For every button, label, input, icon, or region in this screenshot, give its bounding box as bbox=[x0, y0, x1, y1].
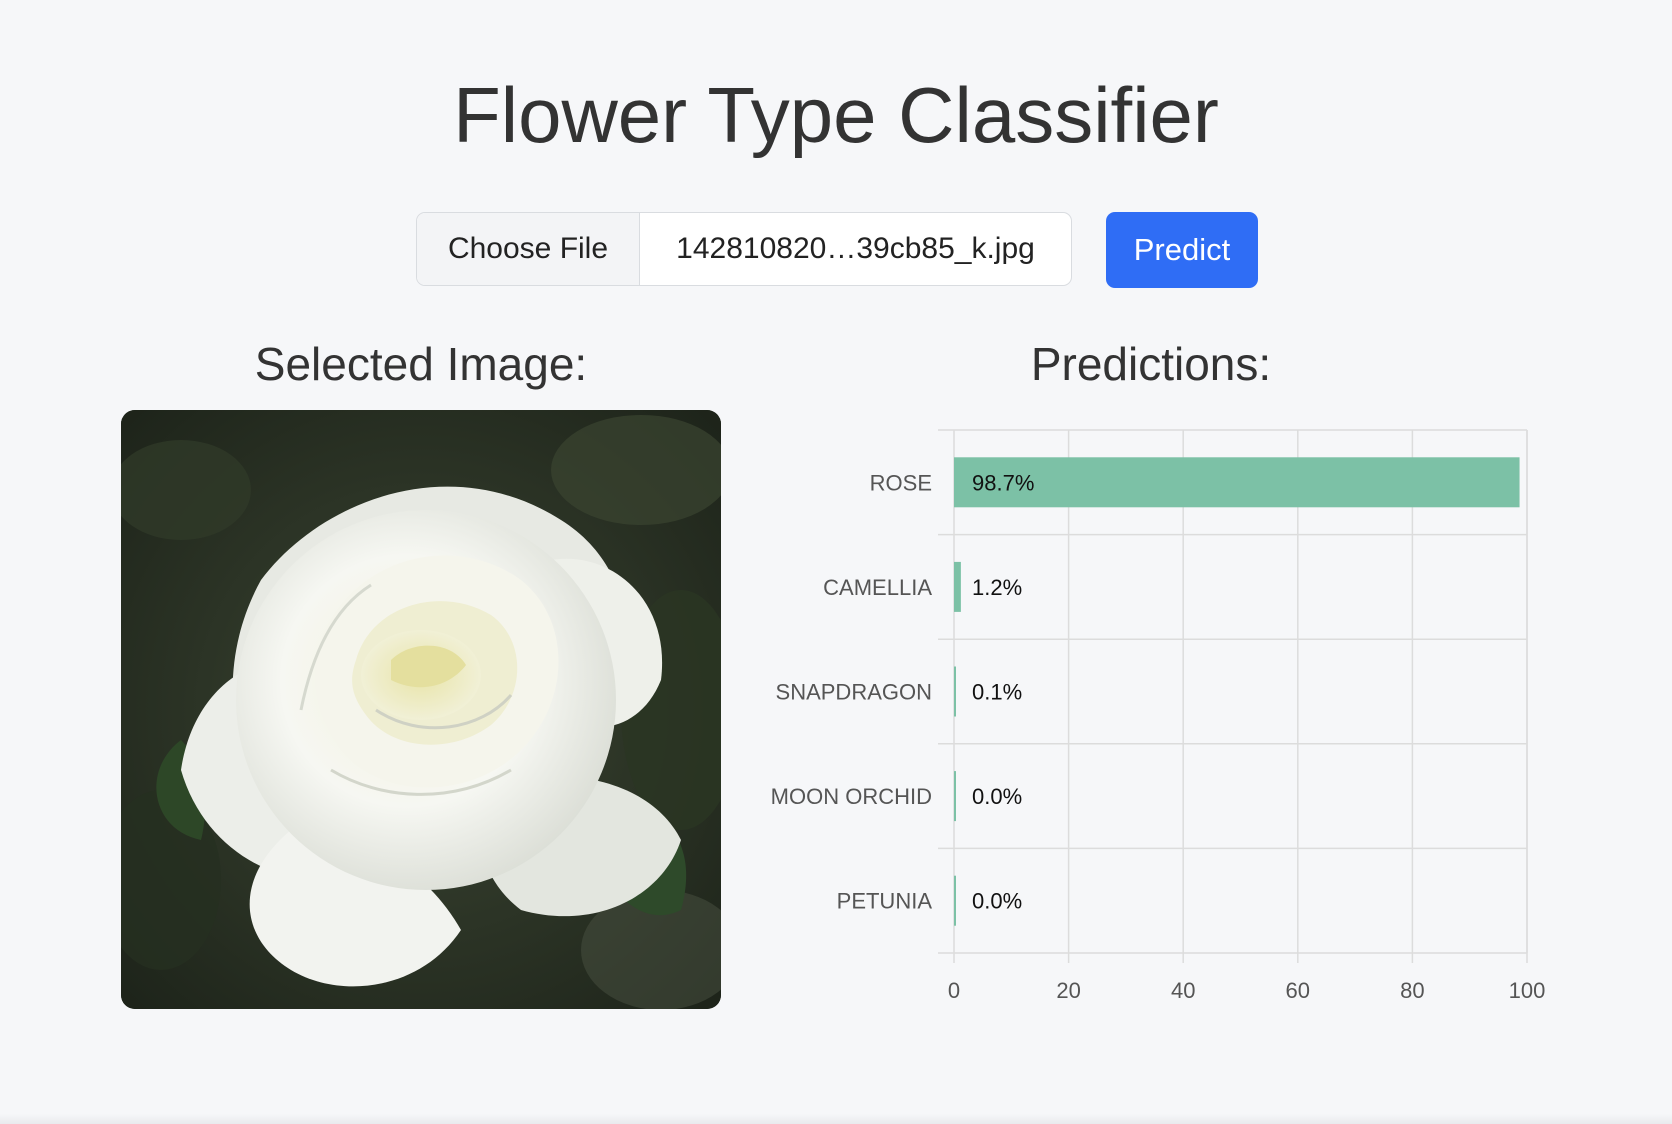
predict-button[interactable]: Predict bbox=[1106, 212, 1258, 288]
bar-camellia bbox=[954, 561, 961, 612]
file-input[interactable]: Choose File 142810820…39cb85_k.jpg bbox=[416, 212, 1072, 286]
selected-image-heading: Selected Image: bbox=[254, 338, 588, 390]
x-tick-label: 100 bbox=[1509, 978, 1546, 1003]
rose-photo bbox=[121, 410, 721, 1009]
choose-file-button[interactable]: Choose File bbox=[417, 213, 640, 285]
predictions-heading: Predictions: bbox=[1030, 338, 1272, 390]
x-tick-label: 40 bbox=[1171, 978, 1195, 1003]
selected-file-name: 142810820…39cb85_k.jpg bbox=[676, 232, 1035, 265]
value-label: 0.0% bbox=[972, 784, 1022, 809]
page-bottom-edge bbox=[0, 1114, 1672, 1124]
value-label: 0.1% bbox=[972, 680, 1022, 705]
x-tick-label: 80 bbox=[1400, 978, 1424, 1003]
value-label: 1.2% bbox=[972, 575, 1022, 600]
category-label: CAMELLIA bbox=[823, 575, 932, 600]
predictions-bar-chart: ROSE 98.7% CAMELLIA 1.2% SNAPDRAGON 0.1% MOON … bbox=[771, 429, 1546, 1003]
predictions-chart: ROSE 98.7% CAMELLIA 1.2% SNAPDRAGON 0.1% MOON … bbox=[740, 410, 1570, 1010]
bar-petunia bbox=[954, 875, 956, 926]
app-title: Flower Type Classifier bbox=[453, 71, 1219, 159]
category-label: ROSE bbox=[870, 470, 932, 495]
x-tick-label: 0 bbox=[948, 978, 960, 1003]
bar-rose bbox=[954, 457, 1520, 508]
category-label: PETUNIA bbox=[837, 889, 933, 914]
x-tick-label: 20 bbox=[1056, 978, 1080, 1003]
category-label: MOON ORCHID bbox=[771, 784, 932, 809]
value-label: 0.0% bbox=[972, 889, 1022, 914]
selected-image bbox=[121, 410, 721, 1009]
x-tick-label: 60 bbox=[1286, 978, 1310, 1003]
bar-moon-orchid bbox=[954, 771, 956, 822]
value-label: 98.7% bbox=[972, 470, 1034, 495]
bar-snapdragon bbox=[954, 666, 956, 717]
category-label: SNAPDRAGON bbox=[776, 680, 932, 705]
